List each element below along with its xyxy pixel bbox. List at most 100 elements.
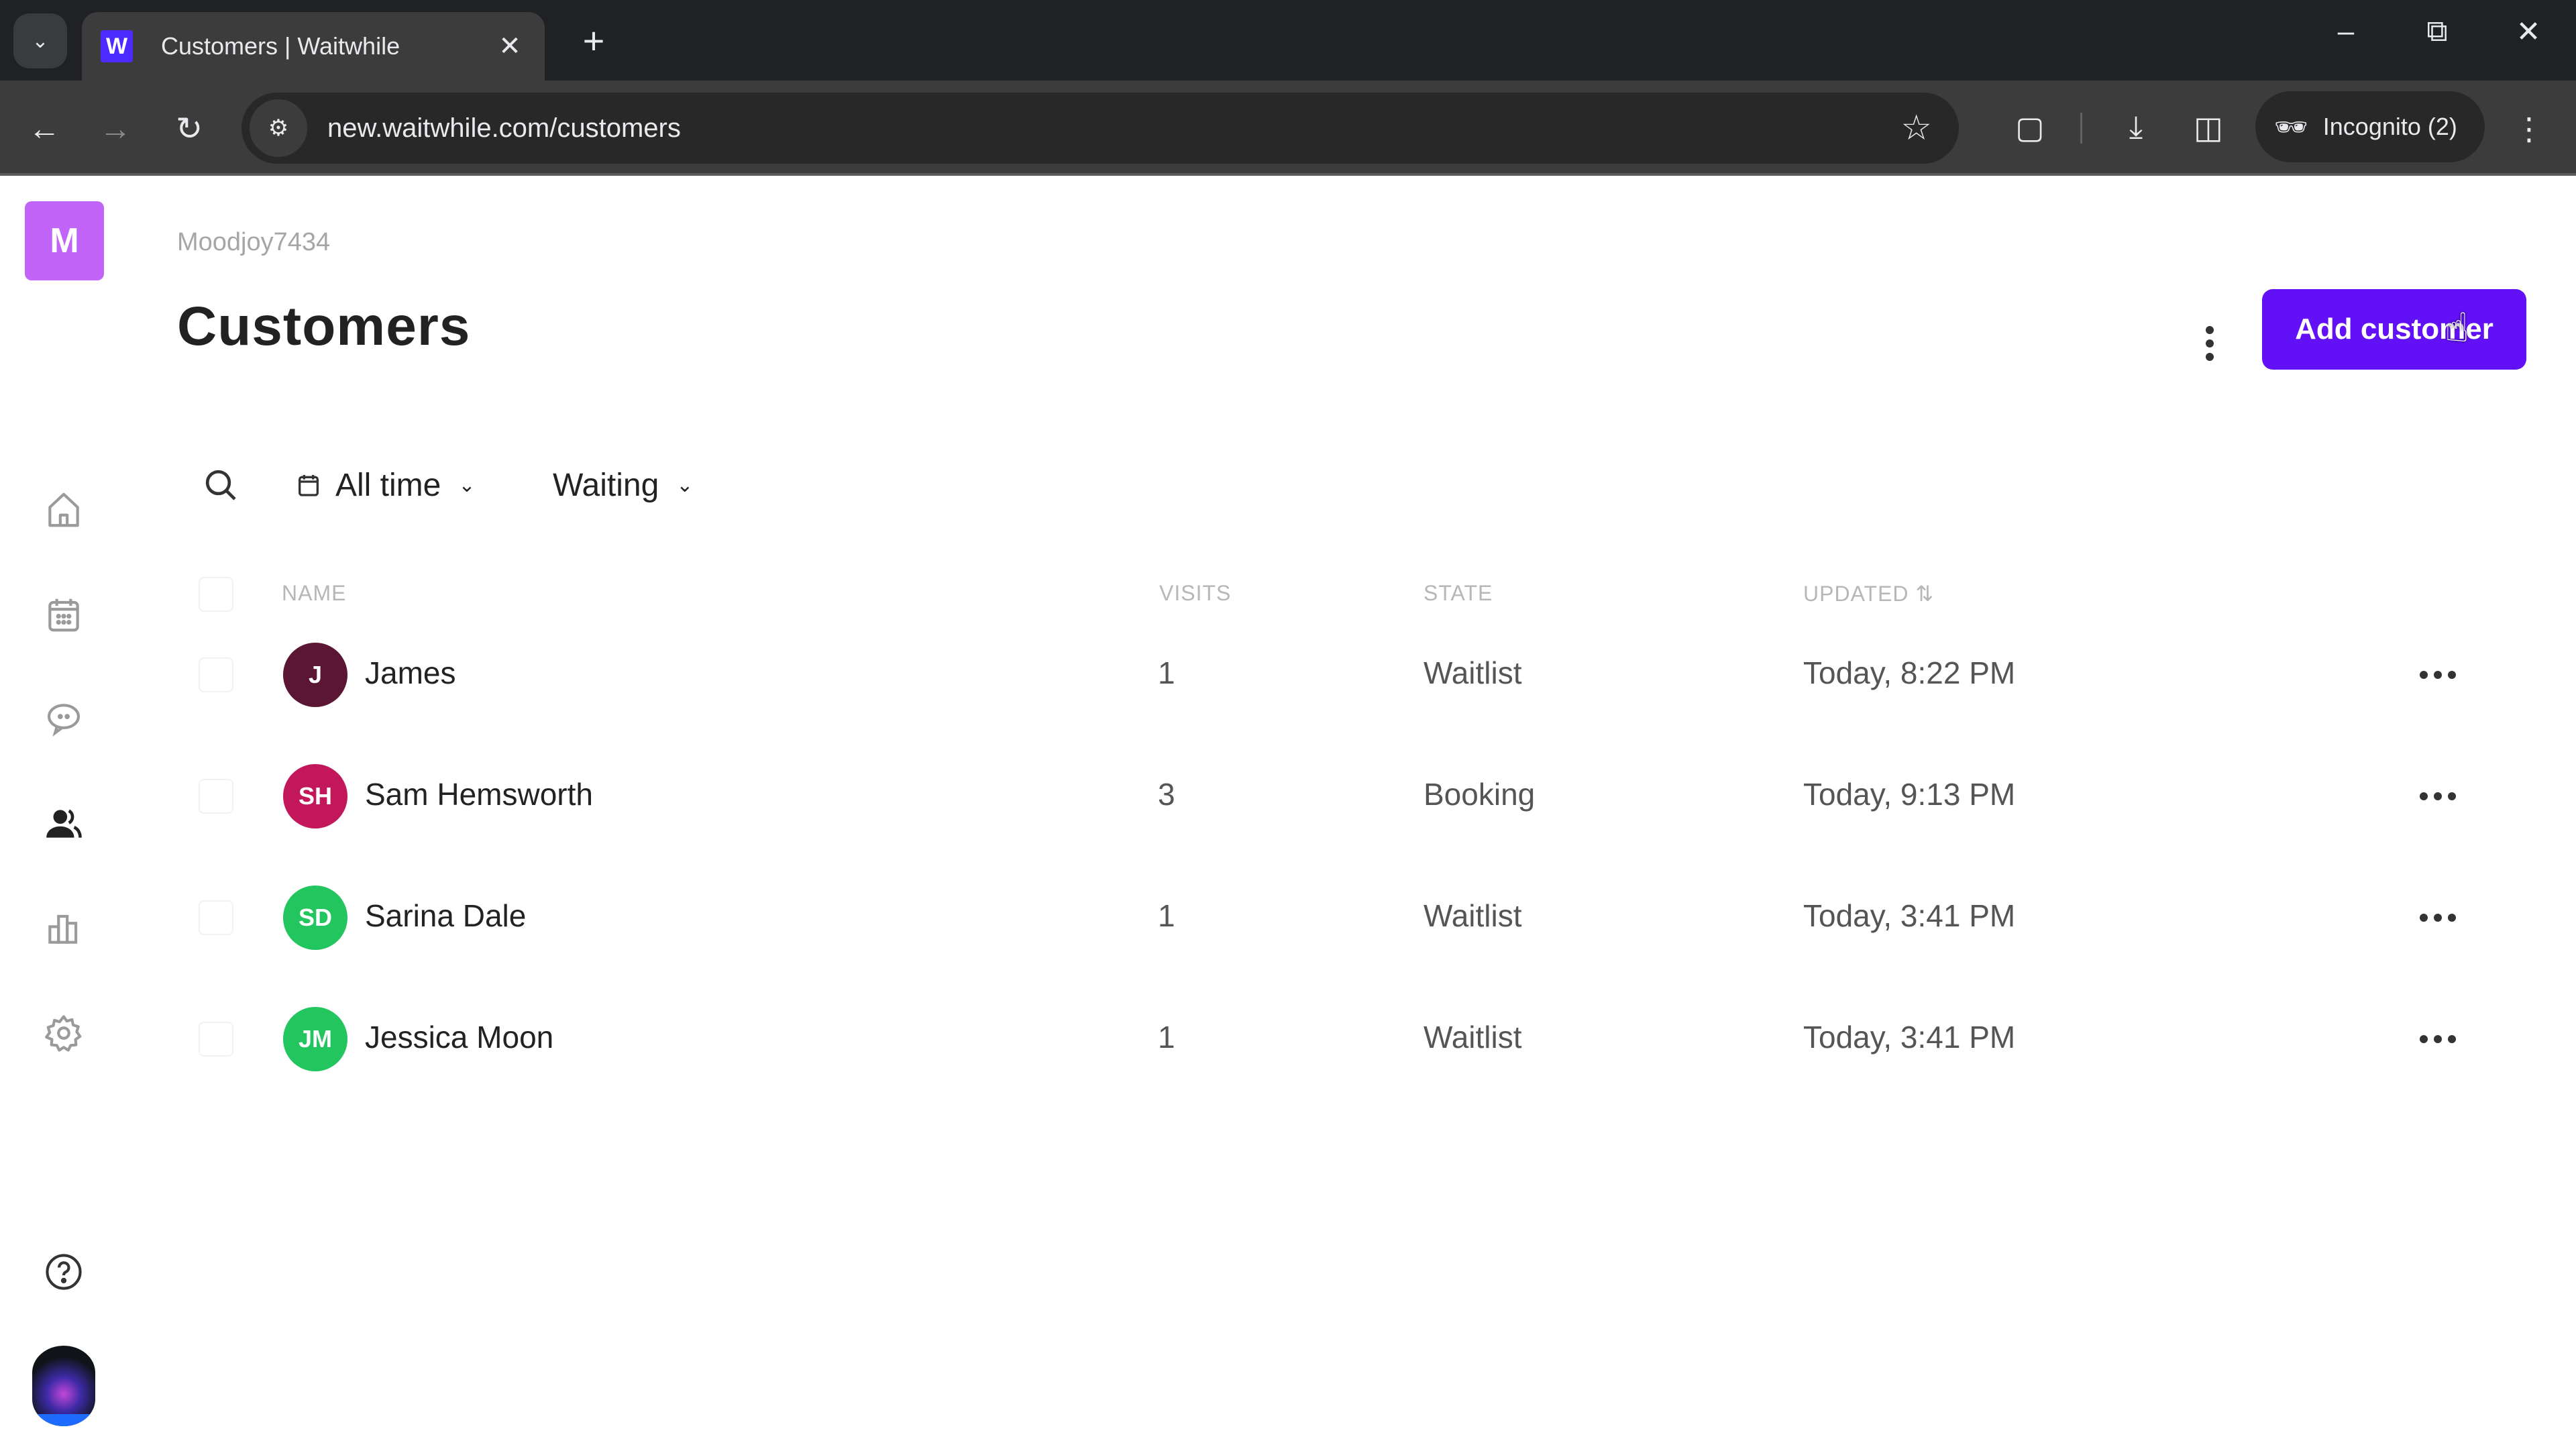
sidebar-item-home[interactable] — [37, 483, 91, 537]
app-sidebar: M — [0, 178, 127, 1449]
new-tab-button[interactable]: + — [570, 19, 617, 62]
page-more-options-button[interactable] — [2190, 310, 2230, 377]
sidebar-item-settings[interactable] — [37, 1006, 91, 1060]
calendar-icon — [48, 598, 79, 632]
bar-chart-icon — [48, 914, 78, 944]
column-header-updated[interactable]: UPDATED ⇅ — [1803, 581, 1934, 606]
help-button[interactable] — [37, 1245, 91, 1299]
customer-updated: Today, 3:41 PM — [1803, 898, 2016, 933]
main-content: Moodjoy7434 Customers Add customer ☝ All… — [177, 178, 2576, 1449]
customer-visits: 1 — [1158, 655, 1175, 690]
date-range-value: All time — [335, 467, 441, 503]
side-panel-icon[interactable]: ◫ — [2182, 101, 2235, 154]
toolbar-divider — [2080, 113, 2082, 144]
customer-visits: 1 — [1158, 898, 1175, 933]
url-text[interactable]: new.waitwhile.com/customers — [327, 113, 1900, 144]
close-window-button[interactable]: ✕ — [2498, 15, 2559, 49]
status-filter[interactable]: Waiting ⌄ — [553, 462, 693, 508]
table-row[interactable]: SD Sarina Dale 1 Waitlist Today, 3:41 PM — [177, 877, 2485, 999]
row-more-options-button[interactable] — [2411, 898, 2465, 938]
download-icon[interactable]: ⤓ — [2109, 101, 2163, 154]
forward-button[interactable]: → — [90, 103, 141, 154]
browser-toolbar: ← → ↻ ⚙ new.waitwhile.com/customers ☆ ▢ … — [0, 80, 2576, 176]
status-filter-value: Waiting — [553, 467, 659, 503]
customer-updated: Today, 3:41 PM — [1803, 1020, 2016, 1055]
chevron-down-icon: ⌄ — [32, 30, 49, 52]
back-button[interactable]: ← — [19, 103, 70, 154]
search-button[interactable] — [197, 462, 244, 508]
tab-title: Customers | Waitwhile — [161, 32, 400, 60]
add-customer-button[interactable]: Add customer — [2262, 289, 2526, 370]
arrow-right-icon: → — [99, 111, 131, 147]
sidebar-item-customers[interactable] — [37, 797, 91, 851]
row-checkbox[interactable] — [199, 657, 233, 692]
reload-button[interactable]: ↻ — [164, 103, 215, 154]
hand-cursor-icon: ☝ — [2445, 305, 2469, 350]
browser-tab-active[interactable]: W Customers | Waitwhile ✕ — [82, 12, 545, 80]
users-icon — [46, 809, 82, 838]
minimize-window-button[interactable]: – — [2316, 15, 2376, 48]
extensions-icon[interactable]: ▢ — [2003, 101, 2057, 154]
horizontal-dots-icon — [2420, 914, 2456, 922]
customer-name[interactable]: James — [365, 655, 455, 691]
waitwhile-favicon-icon: W — [101, 30, 133, 62]
bookmark-star-icon[interactable]: ☆ — [1900, 108, 1932, 148]
vertical-dots-icon — [2206, 326, 2214, 361]
sidebar-item-analytics[interactable] — [37, 902, 91, 955]
arrow-left-icon: ← — [28, 111, 60, 147]
table-row[interactable]: JM Jessica Moon 1 Waitlist Today, 3:41 P… — [177, 999, 2485, 1120]
column-header-state[interactable]: STATE — [1424, 581, 1493, 606]
sidebar-item-messages[interactable] — [37, 692, 91, 746]
row-checkbox[interactable] — [199, 1022, 233, 1057]
search-icon — [205, 470, 236, 500]
customer-name[interactable]: Sarina Dale — [365, 898, 526, 934]
customer-name[interactable]: Sam Hemsworth — [365, 776, 593, 812]
horizontal-dots-icon — [2420, 1035, 2456, 1043]
row-more-options-button[interactable] — [2411, 776, 2465, 816]
row-checkbox[interactable] — [199, 779, 233, 814]
customer-avatar: J — [283, 643, 347, 707]
site-settings-icon[interactable]: ⚙ — [250, 99, 307, 157]
customer-name[interactable]: Jessica Moon — [365, 1019, 553, 1055]
horizontal-dots-icon — [2420, 792, 2456, 800]
horizontal-dots-icon — [2420, 671, 2456, 679]
filter-bar: All time ⌄ Waiting ⌄ — [177, 447, 1116, 521]
restore-window-button[interactable]: ⧉ — [2407, 15, 2467, 48]
customer-visits: 3 — [1158, 777, 1175, 812]
column-header-name[interactable]: NAME — [282, 581, 346, 606]
incognito-label: Incognito (2) — [2322, 113, 2457, 140]
select-all-checkbox[interactable] — [199, 577, 233, 612]
chat-icon — [47, 704, 80, 737]
sidebar-item-calendar[interactable] — [37, 588, 91, 641]
date-range-filter[interactable]: All time ⌄ — [295, 462, 476, 508]
customer-state: Waitlist — [1424, 1020, 1522, 1055]
incognito-indicator[interactable]: 🕶 Incognito (2) — [2255, 91, 2485, 162]
row-more-options-button[interactable] — [2411, 1019, 2465, 1059]
reload-icon: ↻ — [175, 111, 203, 147]
table-header: NAME VISITS STATE UPDATED ⇅ — [177, 554, 2485, 635]
customer-state: Waitlist — [1424, 655, 1522, 690]
workspace-logo[interactable]: M — [25, 201, 104, 280]
customer-state: Waitlist — [1424, 898, 1522, 933]
customers-table: NAME VISITS STATE UPDATED ⇅ J James 1 Wa… — [177, 554, 2485, 1120]
workspace-name: Moodjoy7434 — [177, 228, 331, 256]
chevron-down-icon: ⌄ — [458, 474, 476, 496]
table-row[interactable]: SH Sam Hemsworth 3 Booking Today, 9:13 P… — [177, 756, 2485, 877]
table-row[interactable]: J James 1 Waitlist Today, 8:22 PM — [177, 635, 2485, 756]
home-icon — [48, 492, 79, 527]
column-header-visits[interactable]: VISITS — [1159, 581, 1231, 606]
tab-search-button[interactable]: ⌄ — [13, 13, 67, 68]
incognito-icon: 🕶 — [2274, 112, 2308, 142]
close-tab-icon[interactable]: ✕ — [494, 31, 526, 62]
browser-menu-button[interactable]: ⋮ — [2509, 103, 2549, 154]
chevron-down-icon: ⌄ — [676, 474, 694, 496]
row-more-options-button[interactable] — [2411, 655, 2465, 695]
customer-avatar: SH — [283, 764, 347, 828]
help-icon — [46, 1254, 82, 1290]
customer-updated: Today, 9:13 PM — [1803, 777, 2016, 812]
gear-icon — [45, 1015, 82, 1052]
address-bar[interactable]: ⚙ new.waitwhile.com/customers ☆ — [241, 93, 1959, 164]
user-avatar[interactable] — [32, 1346, 95, 1426]
row-checkbox[interactable] — [199, 900, 233, 935]
customer-updated: Today, 8:22 PM — [1803, 655, 2016, 690]
